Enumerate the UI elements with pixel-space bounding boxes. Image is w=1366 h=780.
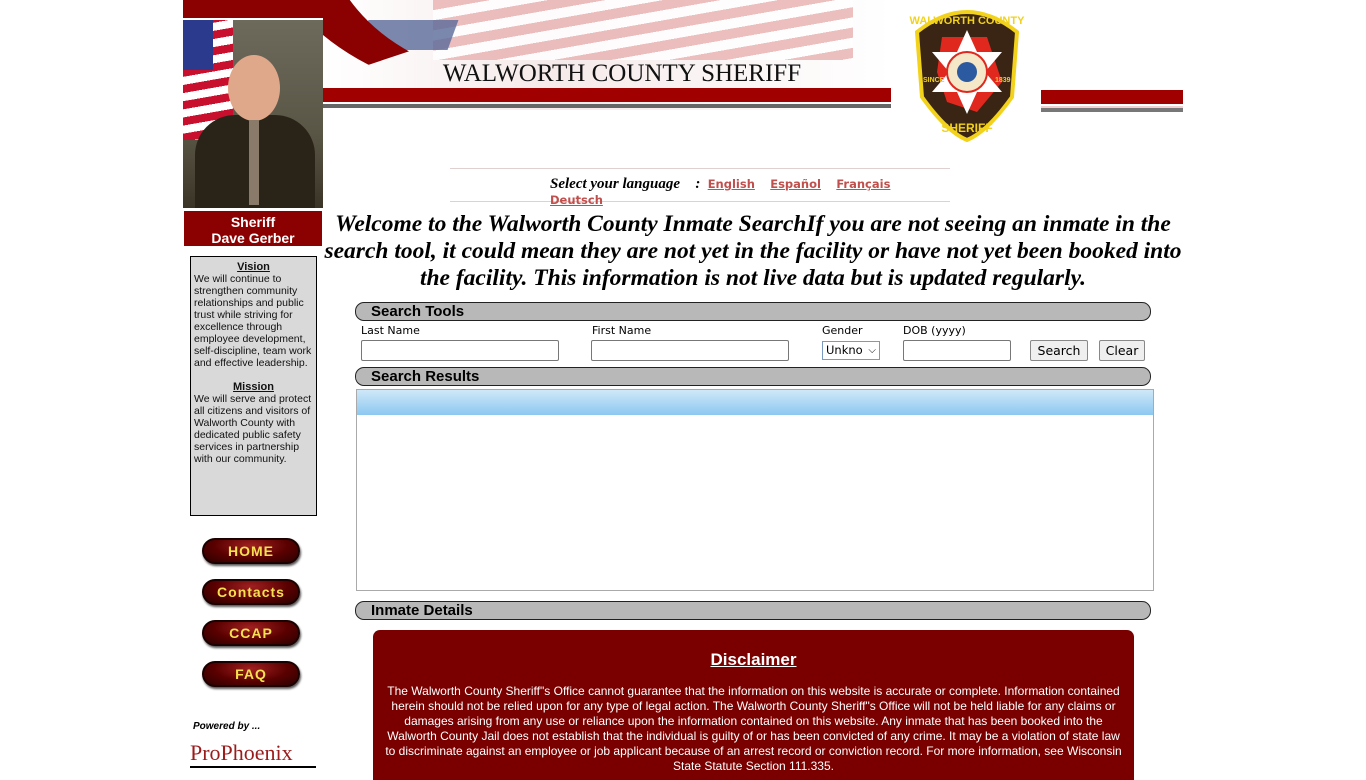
site-title: WALWORTH COUNTY SHERIFF — [442, 60, 802, 87]
header-banner — [323, 0, 891, 110]
disclaimer-box: Disclaimer The Walworth County Sheriff"s… — [373, 630, 1134, 780]
gender-label: Gender — [822, 324, 863, 337]
sheriff-title: Sheriff — [230, 214, 276, 230]
nav-ccap-button[interactable]: CCAP — [202, 620, 300, 646]
vision-title: Vision — [237, 261, 270, 273]
last-name-input[interactable] — [361, 340, 559, 361]
disclaimer-text: The Walworth County Sheriff"s Office can… — [385, 684, 1122, 773]
vision-mission-box: Vision We will continue to strengthen co… — [190, 256, 317, 516]
chevron-down-icon: ⌵ — [868, 345, 876, 356]
mission-title: Mission — [233, 381, 274, 393]
gender-value: Unkno — [826, 343, 863, 357]
language-selector: Select your language : English Español F… — [450, 168, 950, 207]
dob-label: DOB (yyyy) — [903, 324, 966, 337]
sheriff-badge-logo: SINCE 1839 SHERIFF WALWORTH COUNTY — [910, 10, 1026, 142]
first-name-label: First Name — [592, 324, 652, 337]
search-button[interactable]: Search — [1030, 340, 1088, 361]
dob-input[interactable] — [903, 340, 1011, 361]
svg-text:1839: 1839 — [995, 77, 1011, 84]
language-espanol-link[interactable]: Español — [770, 177, 821, 191]
inmate-details-header: Inmate Details — [355, 601, 1151, 620]
svg-text:SHERIFF: SHERIFF — [941, 121, 992, 135]
search-results-grid[interactable] — [356, 389, 1154, 591]
sheriff-name: Dave Gerber — [211, 230, 295, 246]
gender-select[interactable]: Unkno ⌵ — [822, 341, 880, 360]
language-separator: : — [695, 176, 701, 192]
sheriff-caption: Sheriff Dave Gerber — [183, 210, 323, 247]
results-grid-header — [357, 390, 1153, 415]
nav-contacts-button[interactable]: Contacts — [202, 579, 300, 605]
nav-faq-button[interactable]: FAQ — [202, 661, 300, 687]
search-results-header: Search Results — [355, 367, 1151, 386]
language-english-link[interactable]: English — [708, 177, 755, 191]
language-deutsch-link[interactable]: Deutsch — [550, 193, 603, 207]
language-francais-link[interactable]: Français — [836, 177, 890, 191]
powered-by-label: Powered by ... — [193, 721, 261, 732]
first-name-input[interactable] — [591, 340, 789, 361]
disclaimer-title: Disclaimer — [710, 650, 797, 669]
nav-home-button[interactable]: HOME — [202, 538, 300, 564]
svg-text:WALWORTH COUNTY: WALWORTH COUNTY — [910, 15, 1026, 27]
mission-text: We will serve and protect all citizens a… — [194, 393, 312, 465]
sheriff-photo — [183, 20, 323, 208]
svg-text:SINCE: SINCE — [923, 77, 945, 84]
top-bar — [183, 0, 323, 18]
prophoenix-logo[interactable]: ProPhoenix — [190, 740, 316, 768]
header-band-right — [1041, 90, 1183, 104]
last-name-label: Last Name — [361, 324, 420, 337]
clear-button[interactable]: Clear — [1099, 340, 1145, 361]
language-label: Select your language — [550, 176, 680, 192]
search-tools-header: Search Tools — [355, 302, 1151, 321]
welcome-heading: Welcome to the Walworth County Inmate Se… — [324, 211, 1182, 291]
header-band-right-shadow — [1041, 106, 1183, 112]
vision-text: We will continue to strengthen community… — [194, 273, 312, 369]
